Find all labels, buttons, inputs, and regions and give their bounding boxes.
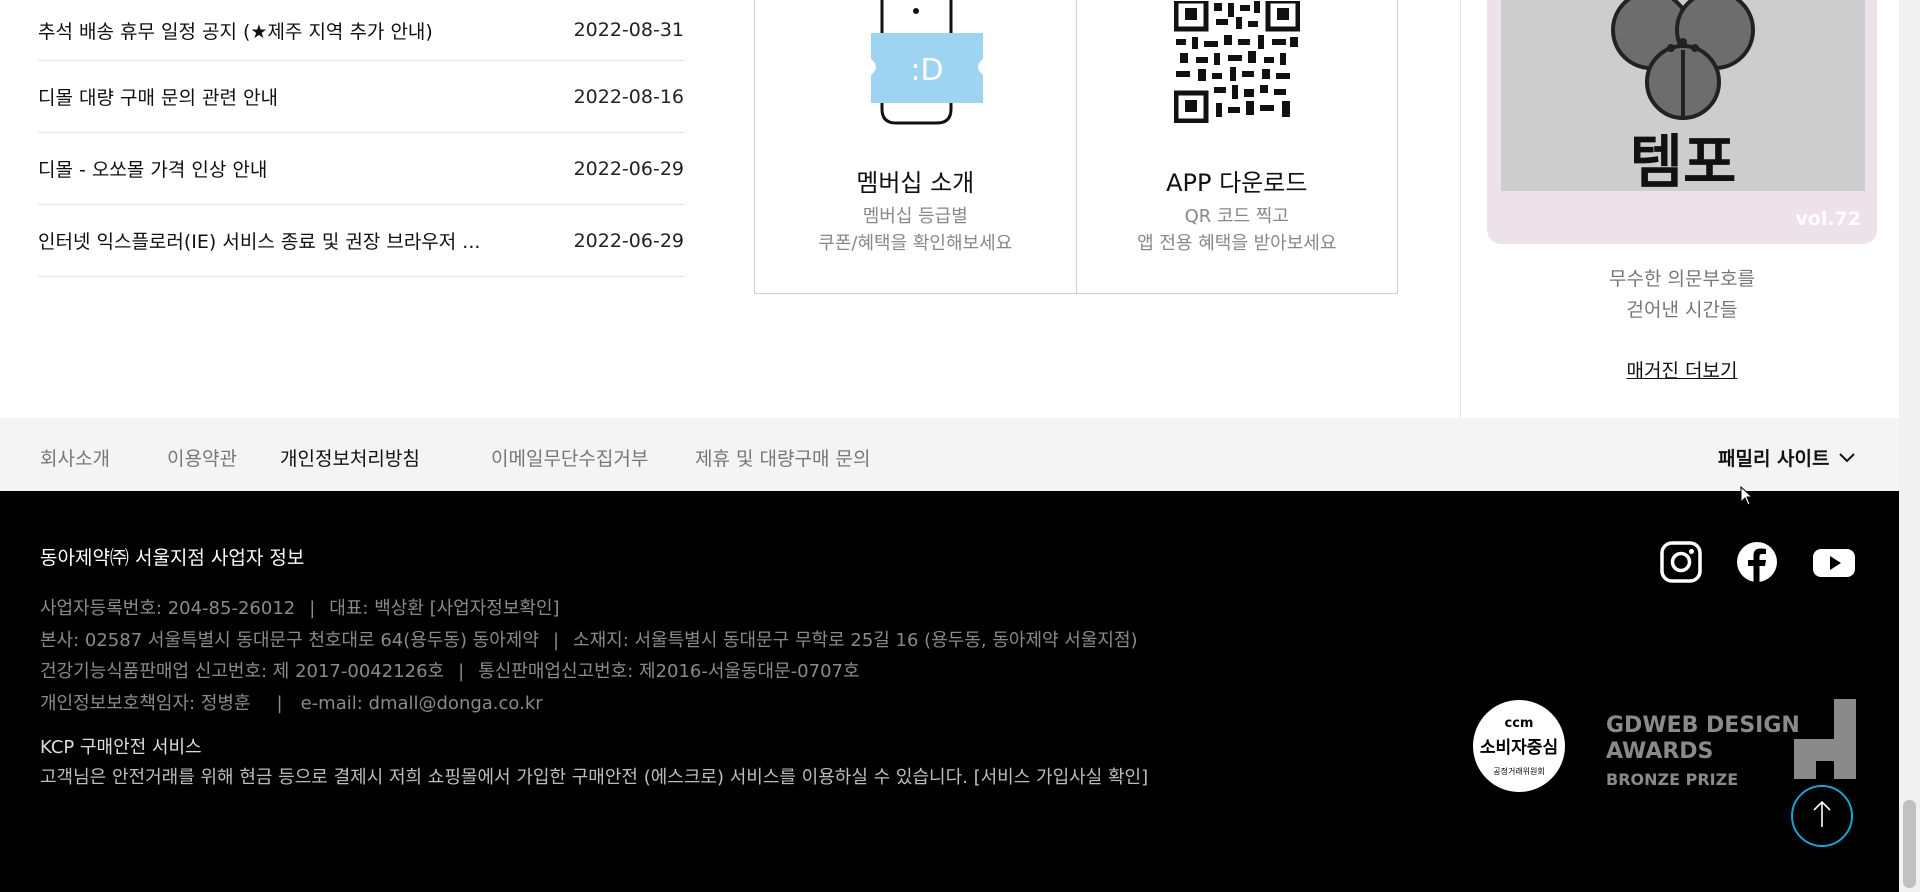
footer-link-privacy[interactable]: 개인정보처리방침 [280,444,420,471]
footer-link-partnership[interactable]: 제휴 및 대량구매 문의 [695,444,870,471]
kcp-title: KCP 구매안전 서비스 [40,737,202,758]
coupon-icon: :D [845,0,985,131]
notice-title[interactable]: 추석 배송 휴무 일정 공지 (★제주 지역 추가 안내) [38,17,433,44]
scrollbar-thumb[interactable] [1903,800,1916,888]
ccm-badge-top: ccm [1504,716,1534,731]
footer-menu-bar: 회사소개 이용약관 개인정보처리방침 이메일무단수집거부 제휴 및 대량구매 문… [0,418,1899,491]
gdweb-line: GDWEB DESIGN [1606,713,1800,738]
footer-link-email-refusal[interactable]: 이메일무단수집거부 [491,444,648,471]
notice-item[interactable]: 인터넷 익스플로러(IE) 서비스 종료 및 권장 브라우저 ... 2022-… [38,205,684,277]
notice-date: 2022-06-29 [573,157,684,180]
app-desc-line: QR 코드 찍고 [1184,206,1289,227]
scroll-to-top-button[interactable] [1791,785,1853,847]
magazine-cover-text: 템포 [1630,128,1737,191]
instagram-icon[interactable] [1660,541,1702,583]
mail-order-license: 통신판매업신고번호: 제2016-서울동대문-0707호 [478,661,860,682]
vertical-scrollbar[interactable] [1899,0,1920,892]
arrow-up-icon [1811,799,1833,833]
magazine-caption-line: 무수한 의문부호를 [1609,268,1755,290]
membership-card[interactable]: :D 멤버십 소개 멤버십 등급별 쿠폰/혜택을 확인해보세요 [755,0,1076,293]
app-desc-line: 앱 전용 혜택을 받아보세요 [1137,233,1337,254]
gdweb-prize: BRONZE PRIZE [1606,770,1739,789]
magazine-more-link[interactable]: 매거진 더보기 [1487,356,1877,383]
page: 추석 배송 휴무 일정 공지 (★제주 지역 추가 안내) 2022-08-31… [0,0,1920,892]
notice-title[interactable]: 디몰 대량 구매 문의 관련 안내 [38,83,278,110]
separator: | [276,692,283,714]
gdweb-line: AWARDS [1606,739,1714,764]
notice-item[interactable]: 디몰 - 오쏘몰 가격 인상 안내 2022-06-29 [38,133,684,205]
chevron-down-icon [1838,447,1856,469]
kcp-text[interactable]: 고객님은 안전거래를 위해 현금 등으로 결제시 저희 쇼핑몰에서 가입한 구매… [40,763,1148,789]
membership-desc: 멤버십 등급별 쿠폰/혜택을 확인해보세요 [755,203,1076,257]
ccm-badge-main: 소비자중심 [1479,738,1559,758]
mouse-cursor-icon [1740,485,1754,510]
magazine-caption: 무수한 의문부호를 걷어낸 시간들 [1487,264,1877,326]
notice-list: 추석 배송 휴무 일정 공지 (★제주 지역 추가 안내) 2022-08-31… [38,0,684,277]
facebook-icon[interactable] [1736,541,1778,583]
privacy-officer: 개인정보보호책임자: 정병훈 [40,692,251,714]
contact-email[interactable]: e-mail: dmall@donga.co.kr [301,693,543,714]
promo-cards: :D 멤버십 소개 멤버십 등급별 쿠폰/혜택을 확인해보세요 APP 다운로드… [754,0,1398,294]
family-site-dropdown[interactable]: 패밀리 사이트 [1718,444,1856,471]
notice-item[interactable]: 디몰 대량 구매 문의 관련 안내 2022-08-16 [38,61,684,133]
youtube-icon[interactable] [1812,541,1855,583]
branch-address: 소재지: 서울특별시 동대문구 무학로 25길 16 (용두동, 동아제약 서울… [573,629,1138,651]
hq-address: 본사: 02587 서울특별시 동대문구 천호대로 64(용두동) 동아제약 [40,629,539,651]
divider [1460,0,1461,418]
membership-desc-line: 멤버십 등급별 [862,206,968,227]
social-links [1660,541,1855,583]
notice-date: 2022-08-31 [573,19,684,41]
gdweb-award: GDWEB DESIGN AWARDS BRONZE PRIZE [1606,713,1800,793]
separator: | [552,629,560,651]
footer-link-terms[interactable]: 이용약관 [167,444,237,471]
qr-code-icon [1173,0,1301,127]
magazine-card[interactable]: 템포 vol.72 [1487,0,1877,244]
content-area: 추석 배송 휴무 일정 공지 (★제주 지역 추가 안내) 2022-08-31… [0,0,1899,418]
health-food-license: 건강기능식품판매업 신고번호: 제 2017-0042126호 [40,661,445,682]
notice-title[interactable]: 디몰 - 오쏘몰 가격 인상 안내 [38,155,267,182]
separator: | [458,661,465,682]
magazine-volume: vol.72 [1795,208,1861,230]
magazine-caption-line: 걷어낸 시간들 [1626,299,1738,321]
ccm-badge: ccm 소비자중심 공정거래위원회 [1473,700,1565,792]
notice-date: 2022-06-29 [573,229,684,252]
notice-title[interactable]: 인터넷 익스플로러(IE) 서비스 종료 및 권장 브라우저 ... [38,227,480,254]
gdweb-logo-icon [1794,699,1856,793]
ccm-badge-sub: 공정거래위원회 [1493,767,1545,776]
ceo-info[interactable]: 대표: 백상환 [사업자정보확인] [329,598,559,619]
membership-desc-line: 쿠폰/혜택을 확인해보세요 [818,233,1013,254]
business-number: 사업자등록번호: 204-85-26012 [40,598,296,619]
membership-title: 멤버십 소개 [856,169,975,197]
footer-link-company[interactable]: 회사소개 [40,444,110,471]
company-title: 동아제약㈜ 서울지점 사업자 정보 [40,547,305,569]
family-site-label: 패밀리 사이트 [1718,448,1830,470]
coupon-text: :D [911,53,944,88]
app-download-desc: QR 코드 찍고 앱 전용 혜택을 받아보세요 [1077,203,1398,257]
separator: | [309,598,316,619]
notice-item[interactable]: 추석 배송 휴무 일정 공지 (★제주 지역 추가 안내) 2022-08-31 [38,0,684,61]
app-download-card[interactable]: APP 다운로드 QR 코드 찍고 앱 전용 혜택을 받아보세요 [1075,0,1398,293]
company-info: 사업자등록번호: 204-85-26012 | 대표: 백상환 [사업자정보확인] … [40,593,1138,719]
footer: 동아제약㈜ 서울지점 사업자 정보 사업자등록번호: 204-85-26012 |… [0,491,1899,892]
notice-date: 2022-08-16 [573,85,684,108]
app-download-title: APP 다운로드 [1166,169,1308,197]
magazine-cover-image[interactable]: 템포 [1501,0,1865,191]
